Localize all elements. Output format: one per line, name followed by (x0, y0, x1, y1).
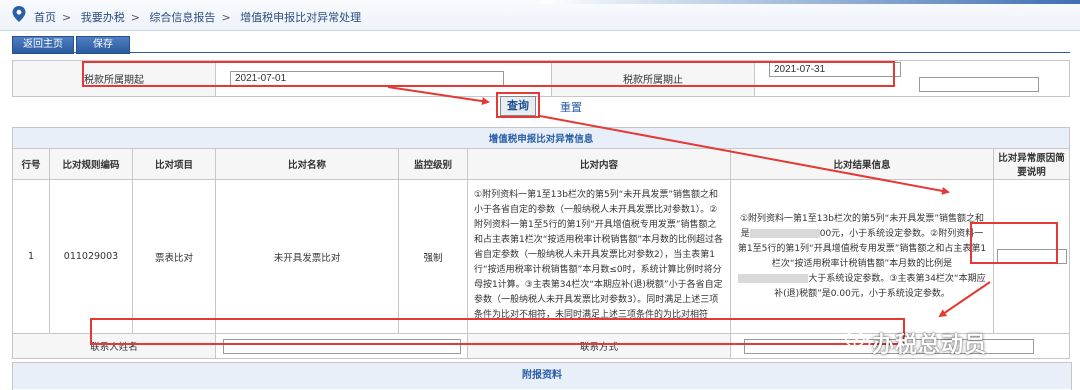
arrow-to-reason (539, 115, 950, 195)
wechat-icon (845, 330, 871, 351)
arrow-to-query (387, 86, 490, 106)
arrow-to-contact (938, 281, 991, 318)
watermark-text: 办税总动员 (872, 333, 988, 358)
